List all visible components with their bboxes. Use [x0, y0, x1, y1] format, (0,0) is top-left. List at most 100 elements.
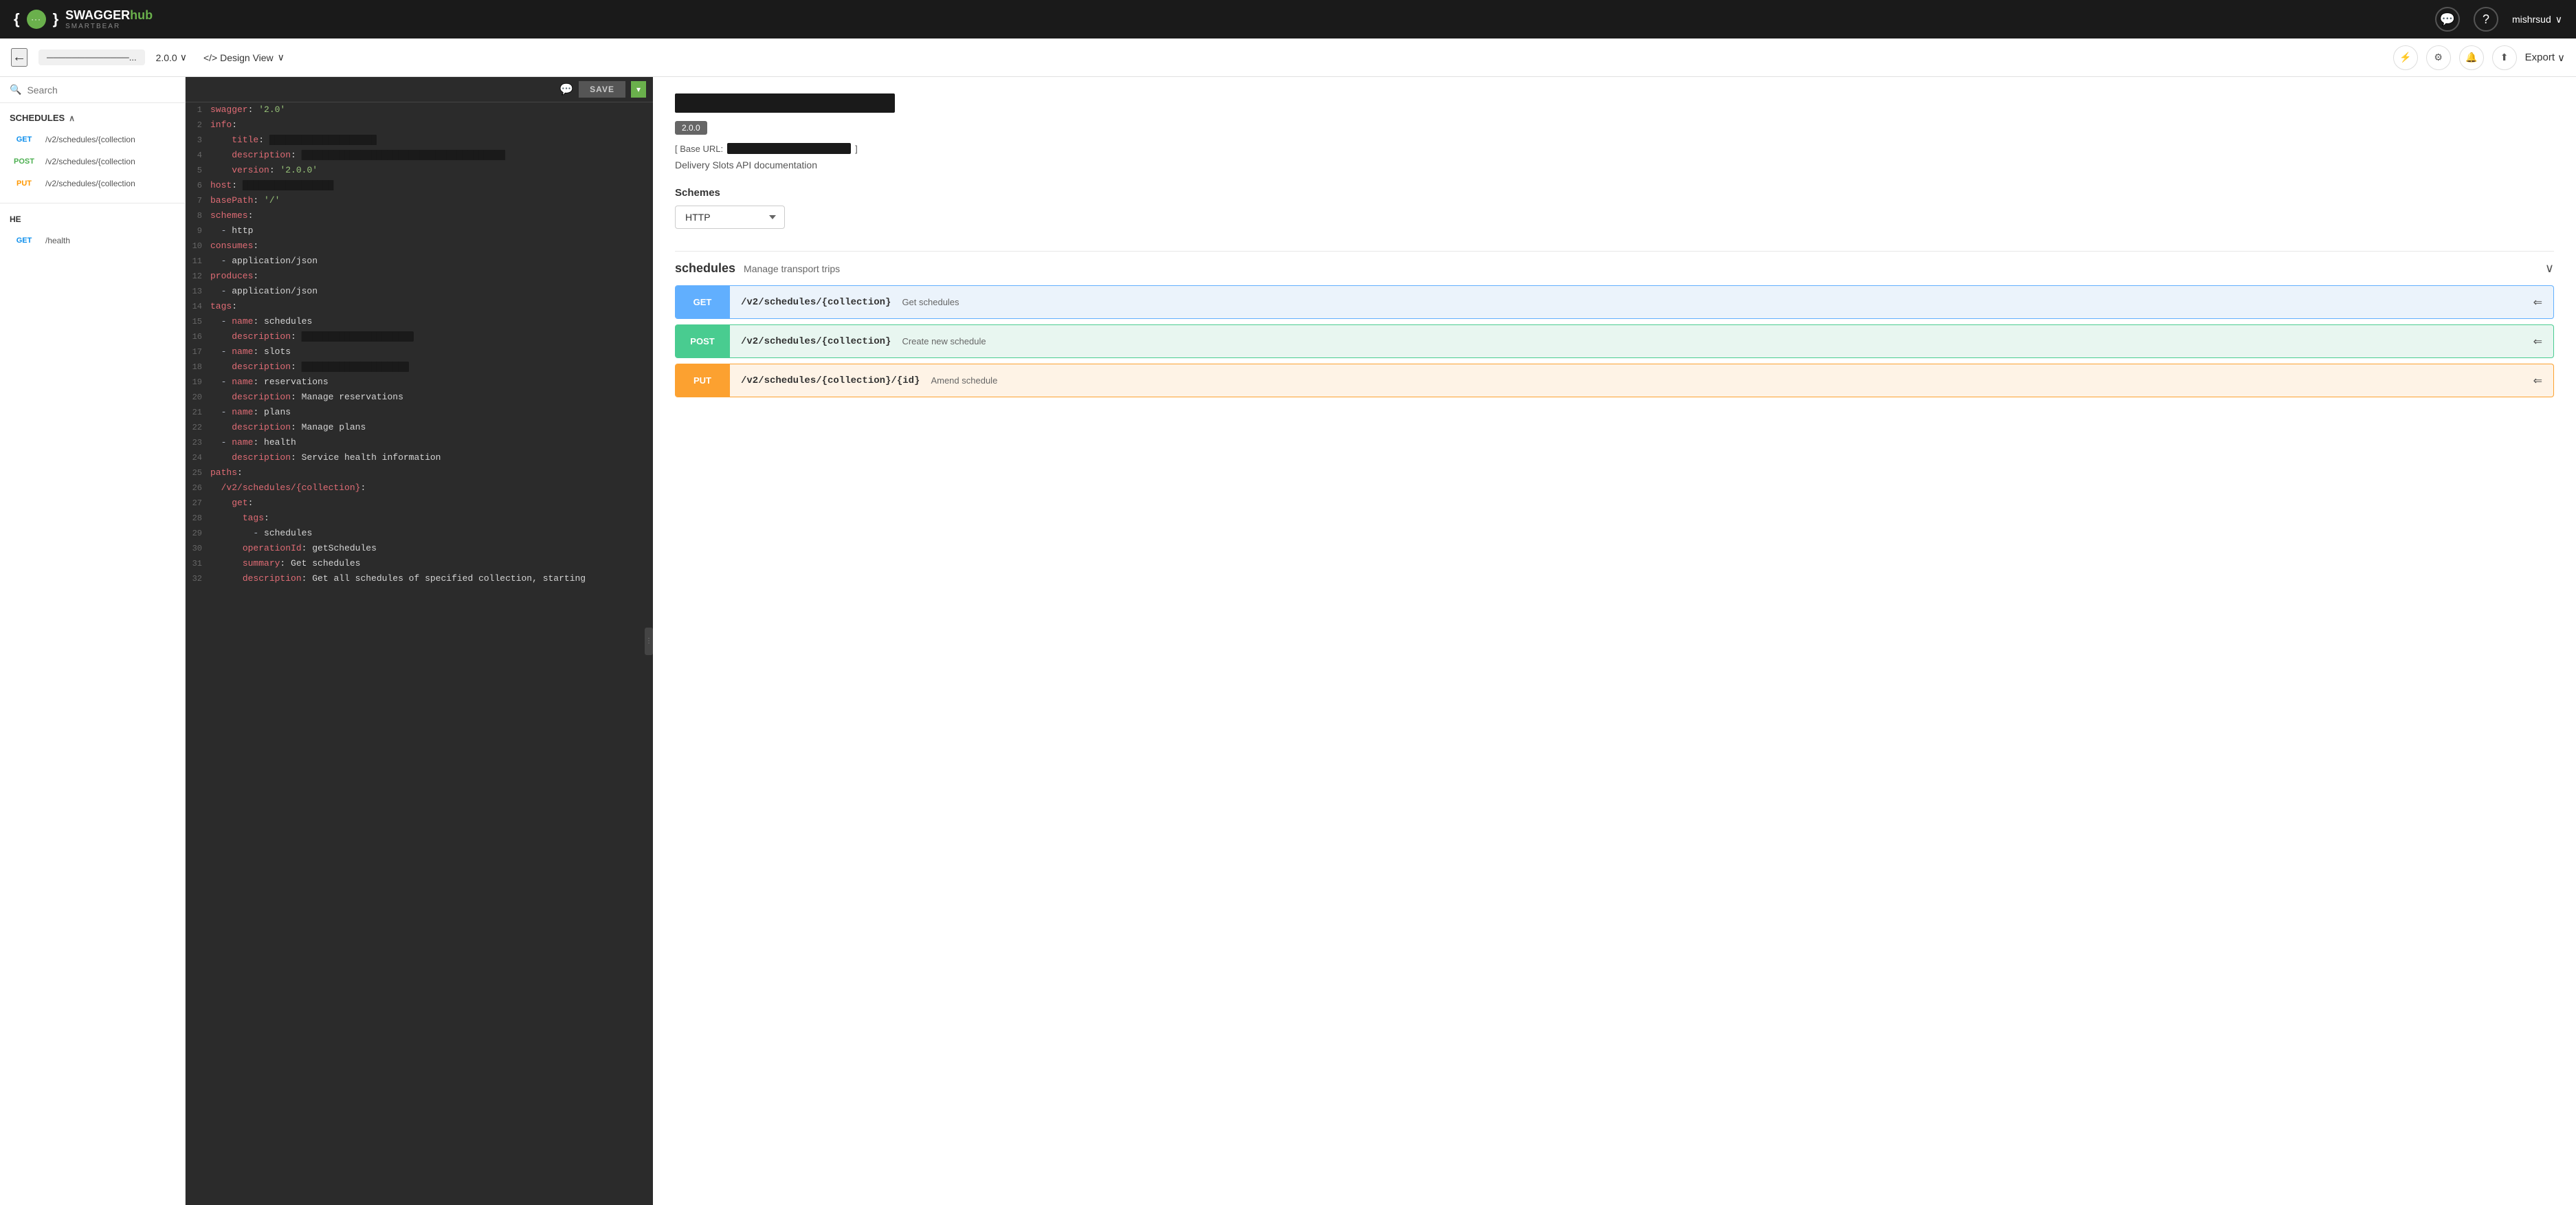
code-line-2: 2 info:: [186, 118, 653, 133]
code-line-32: 32 description: Get all schedules of spe…: [186, 571, 653, 586]
comment-icon[interactable]: 💬: [2435, 7, 2460, 32]
health-path-label: /health: [45, 236, 70, 245]
health-method-badge: GET: [10, 235, 38, 246]
schedules-section-header[interactable]: schedules Manage transport trips ∨: [675, 251, 2554, 285]
search-icon: 🔍: [10, 84, 21, 96]
endpoint-card-get[interactable]: GET /v2/schedules/{collection} Get sched…: [675, 285, 2554, 319]
version-chevron-icon: ∨: [180, 52, 187, 63]
code-line-28: 28 tags:: [186, 511, 653, 526]
base-url-row: [ Base URL: ]: [675, 143, 2554, 154]
code-line-24: 24 description: Service health informati…: [186, 450, 653, 465]
get-endpoint-arrow: ⇐: [2533, 296, 2553, 309]
code-line-31: 31 summary: Get schedules: [186, 556, 653, 571]
sidebar-item-health[interactable]: GET /health: [0, 230, 185, 252]
export-button[interactable]: Export ∨: [2525, 52, 2565, 64]
code-line-29: 29 - schedules: [186, 526, 653, 541]
logo-dots-inner: ···: [31, 14, 41, 24]
help-icon[interactable]: ?: [2474, 7, 2498, 32]
code-line-27: 27 get:: [186, 496, 653, 511]
main-layout: 🔍 SCHEDULES ∧ GET /v2/schedules/{collect…: [0, 77, 2576, 1205]
method-put-badge: PUT: [10, 178, 38, 189]
section-title-row: schedules Manage transport trips: [675, 261, 840, 276]
section-name-label: schedules: [675, 261, 735, 276]
search-input[interactable]: [27, 85, 175, 96]
username-label: mishrsud: [2512, 14, 2551, 25]
put-endpoint-summary: Amend schedule: [931, 375, 2533, 386]
user-menu[interactable]: mishrsud ∨: [2512, 14, 2562, 25]
endpoint-card-post[interactable]: POST /v2/schedules/{collection} Create n…: [675, 324, 2554, 358]
sidebar-item-put-schedules[interactable]: PUT /v2/schedules/{collection: [0, 173, 185, 195]
api-title-block: 2.0.0 [ Base URL: ] Delivery Slots API d…: [675, 93, 2554, 170]
code-line-17: 17 - name: slots: [186, 344, 653, 360]
sidebar-section-title[interactable]: SCHEDULES ∧: [10, 113, 175, 123]
code-line-5: 5 version: '2.0.0': [186, 163, 653, 178]
endpoint-path-get: /v2/schedules/{collection: [45, 135, 135, 144]
api-description: Delivery Slots API documentation: [675, 159, 2554, 170]
get-method-block: GET: [675, 286, 730, 318]
endpoint-card-put[interactable]: PUT /v2/schedules/{collection}/{id} Amen…: [675, 364, 2554, 397]
code-line-19: 19 - name: reservations: [186, 375, 653, 390]
back-button[interactable]: ←: [11, 48, 27, 67]
design-view-label: </> Design View: [203, 52, 274, 63]
toolbar-right: ⚡ ⚙ 🔔 ⬆ Export ∨: [2393, 45, 2565, 70]
toolbar: ← ─────────────... 2.0.0 ∨ </> Design Vi…: [0, 38, 2576, 77]
logo-text: SWAGGERhub SMARTBEAR: [65, 8, 153, 30]
editor-comment-icon[interactable]: 💬: [559, 82, 573, 96]
sidebar-section-schedules: SCHEDULES ∧: [0, 103, 185, 126]
code-line-22: 22 description: Manage plans: [186, 420, 653, 435]
section-title-label: SCHEDULES: [10, 113, 65, 123]
logo-dots: ···: [27, 10, 46, 29]
sidebar-item-post-schedules[interactable]: POST /v2/schedules/{collection: [0, 151, 185, 173]
code-line-26: 26 /v2/schedules/{collection}:: [186, 480, 653, 496]
method-get-badge: GET: [10, 134, 38, 145]
sidebar-endpoints: GET /v2/schedules/{collection POST /v2/s…: [0, 126, 185, 197]
code-line-9: 9 - http: [186, 223, 653, 239]
schemes-label: Schemes: [675, 187, 2554, 199]
export-label: Export: [2525, 52, 2555, 63]
code-line-10: 10 consumes:: [186, 239, 653, 254]
right-panel: 2.0.0 [ Base URL: ] Delivery Slots API d…: [653, 77, 2576, 1205]
section-description: Manage transport trips: [744, 263, 840, 274]
bell-button[interactable]: 🔔: [2459, 45, 2484, 70]
editor-resize-handle[interactable]: ⋮: [645, 628, 653, 655]
editor-panel: 💬 SAVE ▾ 1 swagger: '2.0' 2 info: 3 titl…: [186, 77, 653, 1205]
code-line-25: 25 paths:: [186, 465, 653, 480]
code-line-3: 3 title: ████████████████████: [186, 133, 653, 148]
schemes-select[interactable]: HTTP HTTPS: [675, 206, 785, 229]
nav-right: 💬 ? mishrsud ∨: [2435, 7, 2562, 32]
logo-swagger-text: SWAGGERhub: [65, 8, 153, 23]
post-method-block: POST: [675, 325, 730, 357]
api-title-redacted: [675, 93, 895, 113]
version-tag: 2.0.0: [675, 121, 707, 135]
version-label: 2.0.0: [156, 52, 177, 63]
base-url-close: ]: [855, 144, 858, 154]
code-line-16: 16 description: ████████████████████.: [186, 329, 653, 344]
search-box: 🔍: [0, 77, 185, 103]
method-post-badge: POST: [10, 156, 38, 167]
sidebar-item-get-schedules[interactable]: GET /v2/schedules/{collection: [0, 129, 185, 151]
export-chevron-icon: ∨: [2557, 52, 2565, 64]
code-area[interactable]: 1 swagger: '2.0' 2 info: 3 title: ██████…: [186, 102, 653, 1205]
sidebar-he-label: HE: [0, 209, 185, 230]
code-line-8: 8 schemes:: [186, 208, 653, 223]
design-view-button[interactable]: </> Design View ∨: [203, 52, 285, 63]
save-dropdown-button[interactable]: ▾: [631, 81, 646, 98]
code-line-6: 6 host: █████████████████: [186, 178, 653, 193]
version-dropdown[interactable]: 2.0.0 ∨: [156, 52, 187, 63]
base-url-redacted: [727, 143, 851, 154]
base-url-label: [ Base URL:: [675, 144, 723, 154]
share-button[interactable]: ⬆: [2492, 45, 2517, 70]
lightning-button[interactable]: ⚡: [2393, 45, 2418, 70]
get-endpoint-path: /v2/schedules/{collection}: [730, 297, 902, 308]
code-line-20: 20 description: Manage reservations: [186, 390, 653, 405]
gear-button[interactable]: ⚙: [2426, 45, 2451, 70]
schemes-section: Schemes HTTP HTTPS: [675, 187, 2554, 251]
endpoint-path-put: /v2/schedules/{collection: [45, 179, 135, 188]
endpoint-path-post: /v2/schedules/{collection: [45, 157, 135, 166]
code-line-23: 23 - name: health: [186, 435, 653, 450]
put-method-block: PUT: [675, 364, 730, 397]
save-button[interactable]: SAVE: [579, 81, 625, 98]
sidebar: 🔍 SCHEDULES ∧ GET /v2/schedules/{collect…: [0, 77, 186, 1205]
code-line-18: 18 description: ████████████████████: [186, 360, 653, 375]
post-endpoint-summary: Create new schedule: [902, 336, 2533, 346]
